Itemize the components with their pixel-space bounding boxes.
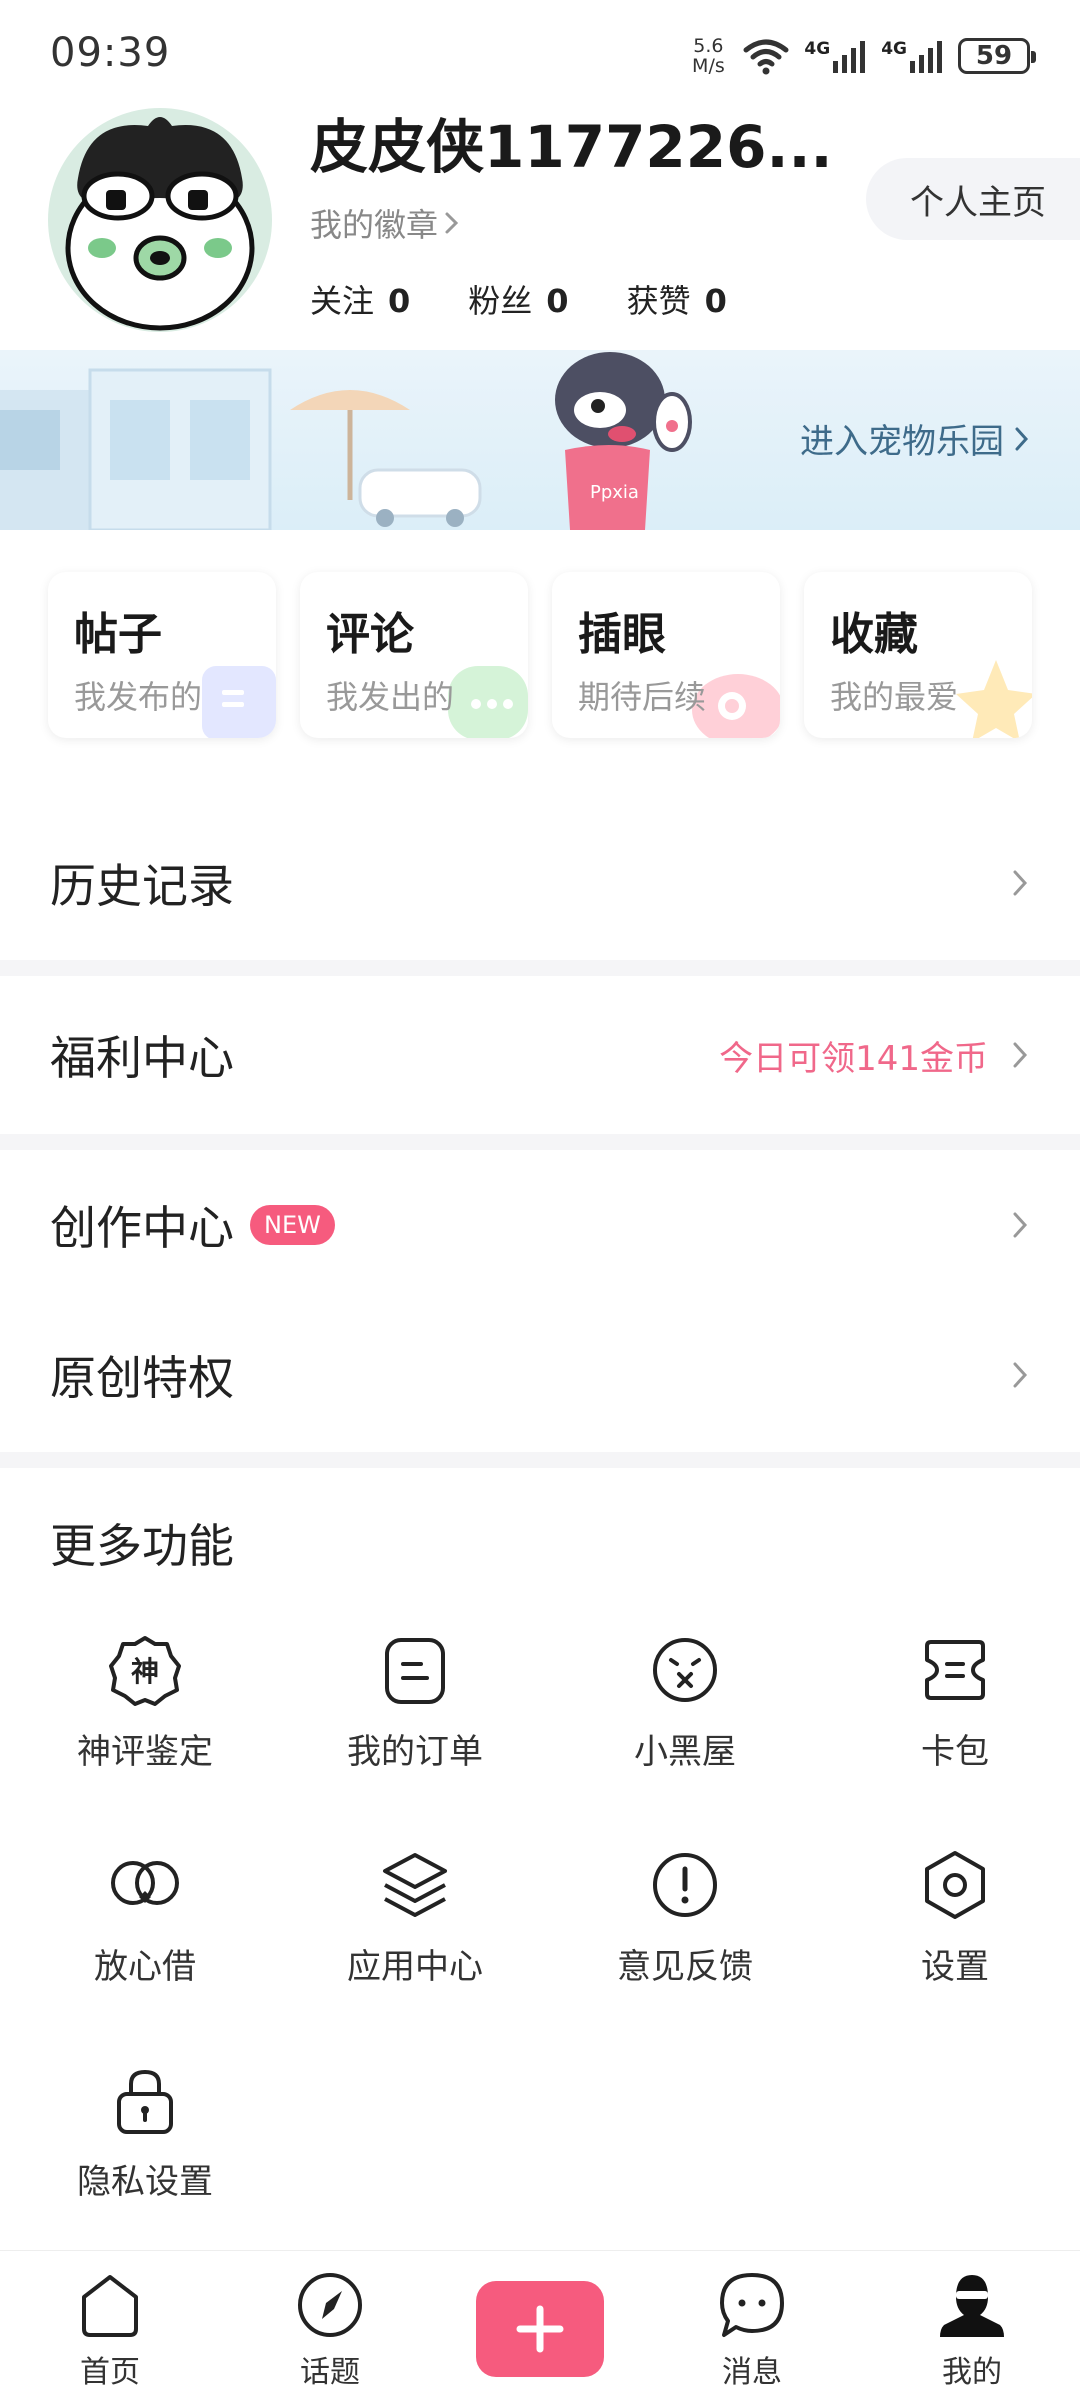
pet-park-banner[interactable]: Ppxia 进入宠物乐园 bbox=[0, 350, 1080, 530]
username[interactable]: 皮皮侠1177226... bbox=[310, 100, 833, 184]
cell-signal-2-icon: 4G bbox=[881, 39, 944, 73]
chevron-right-icon bbox=[1013, 1042, 1028, 1068]
feedback-icon bbox=[653, 1853, 717, 1917]
stat-likes[interactable]: 获赞 0 bbox=[627, 276, 727, 322]
sad-face-icon bbox=[653, 1638, 717, 1702]
function-feedback[interactable]: 意见反馈 bbox=[550, 1845, 820, 2025]
chevron-right-icon bbox=[1015, 427, 1029, 450]
profile-icon bbox=[940, 2275, 1004, 2337]
battery-icon: 59 bbox=[958, 38, 1036, 74]
settings-icon bbox=[925, 1851, 985, 1919]
svg-text:神: 神 bbox=[131, 1655, 159, 1688]
cell-signal-1-icon: 4G bbox=[804, 39, 867, 73]
nav-mine[interactable]: 我的 bbox=[912, 2267, 1032, 2391]
section-divider bbox=[0, 1452, 1080, 1468]
chevron-right-icon bbox=[1013, 1362, 1028, 1388]
card-comments[interactable]: 评论 我发出的 bbox=[300, 572, 528, 738]
profile-stats: 关注 0 粉丝 0 获赞 0 bbox=[310, 276, 727, 322]
status-time: 09:39 bbox=[50, 30, 171, 76]
original-privilege-row[interactable]: 原创特权 bbox=[0, 1300, 1080, 1450]
lock-icon bbox=[117, 2069, 173, 2134]
stat-following[interactable]: 关注 0 bbox=[310, 276, 410, 322]
function-settings[interactable]: 设置 bbox=[820, 1845, 1080, 2025]
welfare-center-row[interactable]: 福利中心 今日可领141金币 bbox=[0, 980, 1080, 1130]
function-privacy-settings[interactable]: 隐私设置 bbox=[10, 2060, 280, 2240]
content-cards: 帖子 我发布的 评论 我发出的 插眼 期待后续 收藏 我的最爱 bbox=[48, 572, 1032, 738]
function-shen-review[interactable]: 神 神评鉴定 bbox=[10, 1630, 280, 1810]
stat-fans[interactable]: 粉丝 0 bbox=[468, 276, 568, 322]
chevron-right-icon bbox=[1013, 1212, 1028, 1238]
plus-icon bbox=[516, 2305, 564, 2353]
card-posts[interactable]: 帖子 我发布的 bbox=[48, 572, 276, 738]
function-small-dark-room[interactable]: 小黑屋 bbox=[550, 1630, 820, 1810]
card-wallet-icon bbox=[925, 1640, 985, 1700]
frog-avatar-image bbox=[65, 117, 255, 331]
badge-label: 我的徽章 bbox=[310, 206, 439, 244]
my-badges-link[interactable]: 我的徽章 bbox=[310, 200, 460, 246]
section-divider bbox=[0, 1134, 1080, 1150]
personal-homepage-button[interactable]: 个人主页 bbox=[866, 158, 1080, 240]
function-app-center[interactable]: 应用中心 bbox=[280, 1845, 550, 2025]
network-speed: 5.6 M/s bbox=[692, 35, 725, 77]
chevron-right-icon bbox=[445, 212, 459, 234]
order-icon bbox=[385, 1638, 445, 1704]
more-functions-title: 更多功能 bbox=[50, 1519, 234, 1573]
coin-reward-note: 今日可领141金币 bbox=[719, 1038, 988, 1079]
card-bookmark-eye[interactable]: 插眼 期待后续 bbox=[552, 572, 780, 738]
mascot-shirt-text: Ppxia bbox=[590, 482, 639, 503]
nav-home[interactable]: 首页 bbox=[50, 2267, 170, 2391]
message-icon bbox=[720, 2273, 784, 2337]
chevron-right-icon bbox=[1013, 870, 1028, 896]
creation-center-row[interactable]: 创作中心 NEW bbox=[0, 1150, 1080, 1300]
nav-topics[interactable]: 话题 bbox=[270, 2267, 390, 2391]
function-safe-loan[interactable]: 放心借 bbox=[10, 1845, 280, 2025]
history-row[interactable]: 历史记录 bbox=[0, 808, 1080, 958]
wifi-icon bbox=[743, 39, 789, 75]
status-bar: 09:39 5.6 M/s 4G 4G 59 bbox=[0, 0, 1080, 110]
avatar[interactable] bbox=[48, 108, 272, 332]
function-card-wallet[interactable]: 卡包 bbox=[820, 1630, 1080, 1810]
home-icon bbox=[82, 2275, 138, 2337]
layers-icon bbox=[383, 1853, 447, 1917]
bottom-navigation: 首页 话题 消息 我的 bbox=[0, 2250, 1080, 2400]
new-badge: NEW bbox=[250, 1205, 335, 1245]
function-my-orders[interactable]: 我的订单 bbox=[280, 1630, 550, 1810]
compass-icon bbox=[298, 2273, 362, 2337]
card-favorites[interactable]: 收藏 我的最爱 bbox=[804, 572, 1032, 738]
status-icons: 5.6 M/s 4G 4G 59 bbox=[688, 34, 1036, 78]
section-divider bbox=[0, 960, 1080, 976]
nav-messages[interactable]: 消息 bbox=[692, 2267, 812, 2391]
publish-button[interactable] bbox=[476, 2281, 604, 2377]
loan-icon bbox=[111, 1861, 179, 1905]
enter-pet-park-link[interactable]: 进入宠物乐园 bbox=[800, 414, 1030, 463]
shen-badge-icon: 神 bbox=[109, 1636, 181, 1706]
